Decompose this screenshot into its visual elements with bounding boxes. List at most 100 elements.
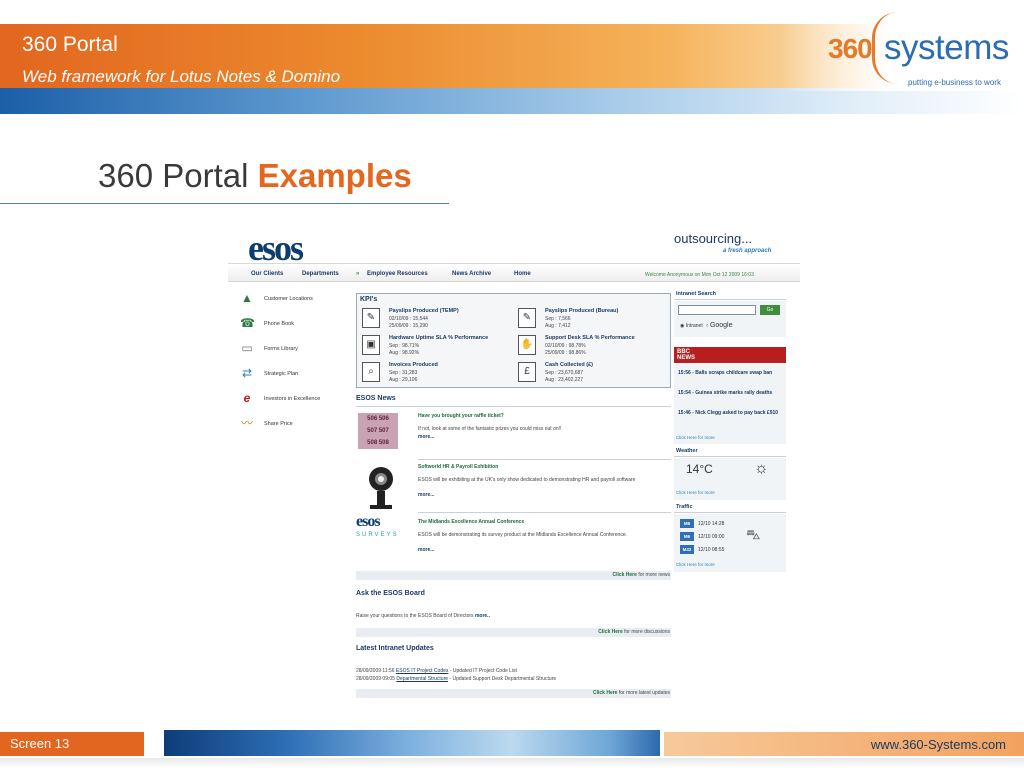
news-divider [418, 459, 671, 460]
search-scope: ◉ Intranet ○ Google [680, 322, 733, 329]
board-more-link[interactable]: more.. [475, 613, 490, 619]
slide-footer: Screen 13 www.360-Systems.com [0, 730, 1024, 768]
left-nav-item[interactable]: ▲ Customer Locations [240, 291, 350, 316]
nav-departments[interactable]: Departments [302, 271, 339, 277]
news-title[interactable]: Have you brought your raffle ticket? [418, 413, 504, 419]
traffic-time[interactable]: 12/10 08:55 [698, 547, 724, 553]
fresh-approach-text: a fresh approach [723, 248, 772, 254]
radio-intranet[interactable]: ◉ [680, 323, 684, 329]
uk-map-icon: ▲ [241, 291, 253, 305]
left-nav-item[interactable]: ☎ Phone Book [240, 316, 350, 341]
outsourcing-text: outsourcing... [674, 231, 753, 246]
screen-number: Screen 13 [10, 736, 70, 751]
bbc-news-item[interactable]: 15:54 - Guinea strike marks rally deaths [678, 390, 782, 397]
phone-icon: ☎ [240, 316, 255, 330]
temperature: 14°C [686, 462, 713, 476]
esos-logo-text: esos [248, 228, 304, 268]
kpi-value: Sep : 31,283 [389, 370, 418, 376]
bbc-news-item[interactable]: 15:56 - Balls scraps childcare swap ban [678, 370, 782, 377]
update-row: 28/09/2009 11:56 ESOS IT Project Codes -… [356, 668, 517, 674]
footer-blue-band [164, 730, 660, 756]
bbc-panel: 15:56 - Balls scraps childcare swap ban … [674, 364, 786, 444]
traffic-click-here-link[interactable]: Click Here for more [676, 562, 715, 567]
kpi-title: Cash Collected (£) [545, 362, 593, 368]
update-text: - Updated IT Project Code List [449, 668, 517, 674]
kpi-value: 25/09/09 : 98.86% [545, 350, 586, 356]
left-nav-item[interactable]: 〰 Share Price [240, 416, 350, 441]
pen-icon: ✎ [518, 308, 536, 328]
kpi-heading: KPI's [360, 296, 378, 303]
news-more-link[interactable]: more... [418, 434, 434, 440]
pen-icon: ✎ [362, 308, 380, 328]
left-nav-item[interactable]: e Investors in Excellence [240, 391, 350, 416]
news-body: ESOS will be demonstrating its survey pr… [418, 532, 627, 538]
kpi-value: Sep : 98.71% [389, 343, 420, 349]
board-description: Raise your questions to the ESOS Board o… [356, 613, 474, 619]
news-body: ESOS will be exhibiting at the UK's only… [418, 477, 636, 483]
chevron-down-icon: » [356, 271, 360, 277]
chart-icon: 〰 [240, 416, 253, 430]
search-go-button[interactable]: Go [760, 305, 780, 315]
raffle-number: 508 508 [367, 440, 389, 446]
click-here-link[interactable]: Click Here [593, 690, 617, 696]
update-link[interactable]: ESOS IT Project Codes [396, 668, 448, 674]
slide-title: 360 Portal Examples [98, 157, 412, 195]
update-link[interactable]: Departmental Structure [396, 676, 448, 682]
nav-our-clients[interactable]: Our Clients [251, 271, 283, 277]
news-divider [356, 406, 671, 407]
kpi-value: 02/10/09 : 98.78% [545, 343, 586, 349]
kpi-title: Payslips Produced (TEMP) [389, 308, 459, 314]
left-nav-label: Forms Library [264, 346, 298, 352]
traffic-time[interactable]: 12/10 09:00 [698, 534, 724, 540]
left-nav-item[interactable]: ⇄ Strategic Plan [240, 366, 350, 391]
header-subtitle: Web framework for Lotus Notes & Domino [22, 67, 341, 86]
left-nav-label: Investors in Excellence [264, 396, 321, 402]
news-more-link[interactable]: more... [418, 547, 434, 553]
radio-google[interactable]: ○ [706, 323, 709, 329]
update-time: 28/09/2009 09:05 [356, 676, 395, 682]
bbc-news-item[interactable]: 15:46 - Nick Clegg asked to pay back £91… [678, 410, 782, 417]
kpi-item: ▣ Hardware Uptime SLA % Performance Sep … [362, 335, 512, 361]
search-heading: Intranet Search [674, 289, 786, 300]
kpi-item: ✎ Payslips Produced (Bureau) Sep : 7,566… [518, 308, 668, 334]
kpi-item: £ Cash Collected (£) Sep : 23,670,687 Au… [518, 362, 668, 388]
traffic-panel: M6 12/10 14:28 M6 12/10 09:00 M42 12/10 … [674, 514, 786, 572]
updates-heading: Latest Intranet Updates [356, 645, 434, 652]
portal-screenshot: esos outsourcing... a fresh approach Our… [228, 217, 804, 707]
news-more-bar[interactable]: Click Here for more news [356, 571, 671, 580]
board-more-bar[interactable]: Click Here for more discussions [356, 628, 671, 637]
kpi-title: Invoices Produced [389, 362, 438, 368]
arrows-icon: ⇄ [241, 366, 253, 380]
weather-click-here-link[interactable]: Click Here for more [676, 490, 715, 495]
road-badge: M6 [680, 532, 694, 541]
board-heading: Ask the ESOS Board [356, 590, 425, 597]
traffic-time[interactable]: 12/10 14:28 [698, 521, 724, 527]
left-nav-label: Customer Locations [264, 296, 313, 302]
header-title: 360 Portal [22, 33, 118, 56]
esos-surveys-logo: esos [356, 513, 381, 530]
left-nav-label: Phone Book [264, 321, 294, 327]
weather-heading: Weather [674, 446, 786, 457]
kpi-item: ⌕ Invoices Produced Sep : 31,283 Aug : 2… [362, 362, 512, 388]
news-title[interactable]: Softworld HR & Payroll Exhibition [418, 464, 498, 470]
news-title[interactable]: The Midlands Excellence Annual Conferenc… [418, 519, 524, 525]
updates-more-bar[interactable]: Click Here for more latest updates [356, 689, 671, 698]
update-time: 28/09/2009 11:56 [356, 668, 395, 674]
megaphone-icon [369, 467, 393, 509]
nav-employee-resources[interactable]: Employee Resources [367, 271, 428, 277]
bbc-click-here-link[interactable]: Click Here for more [676, 435, 715, 440]
click-here-link[interactable]: Click Here [612, 572, 636, 578]
search-panel: Go ◉ Intranet ○ Google [674, 301, 786, 337]
left-nav-label: Strategic Plan [264, 371, 299, 377]
nav-home[interactable]: Home [514, 271, 531, 277]
document-icon: ▭ [241, 341, 253, 355]
radio-intranet-label: Intranet [685, 323, 703, 329]
click-here-link[interactable]: Click Here [598, 629, 622, 635]
nav-news-archive[interactable]: News Archive [452, 271, 491, 277]
search-input[interactable] [678, 305, 756, 315]
logo-tagline: putting e-business to work [908, 78, 1001, 87]
news-more-link[interactable]: more... [418, 492, 434, 498]
excellence-icon: e [243, 391, 251, 405]
left-nav-item[interactable]: ▭ Forms Library [240, 341, 350, 366]
computer-icon: ▣ [362, 335, 380, 355]
